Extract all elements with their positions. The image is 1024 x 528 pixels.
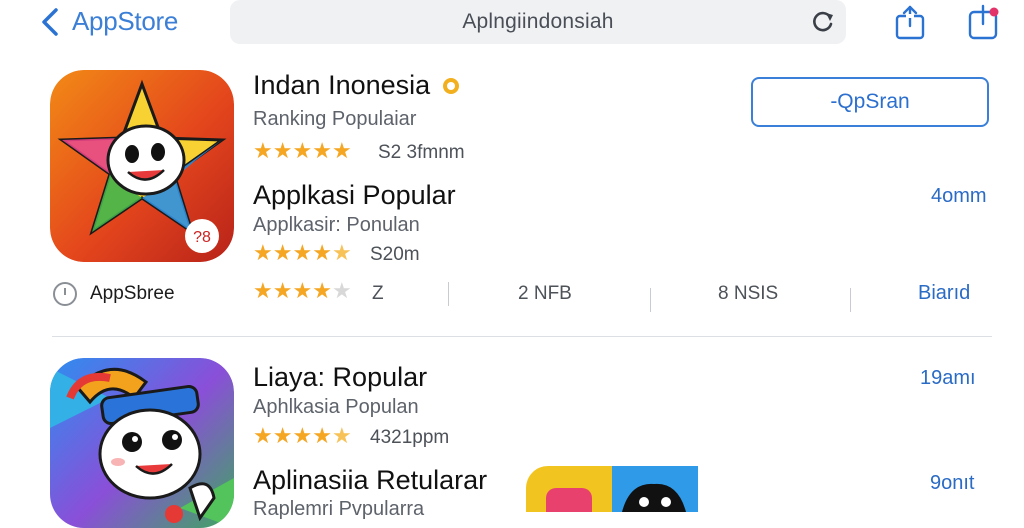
- stat-count: 8 NSIS: [718, 283, 779, 304]
- star-rating: ★ ★ ★ ★ ★: [253, 425, 352, 447]
- star-icon: ★: [253, 278, 273, 303]
- star-rating: ★ ★ ★ ★ ★: [253, 242, 352, 264]
- back-button[interactable]: AppStore: [36, 6, 178, 37]
- side-link[interactable]: 4omm: [931, 185, 987, 208]
- app-icon-star[interactable]: ?8: [50, 70, 234, 262]
- section-divider: [52, 336, 992, 337]
- rating-count: 4321ppm: [370, 427, 450, 448]
- back-label: AppStore: [72, 6, 179, 36]
- side-link[interactable]: 9onıt: [930, 472, 974, 495]
- star-icon: ★: [331, 240, 352, 265]
- app-title[interactable]: Applkasi Popular: [253, 180, 456, 211]
- divider: [850, 288, 851, 312]
- share-badge-icon[interactable]: [966, 4, 1002, 40]
- star-icon: ★: [272, 423, 293, 448]
- star-icon: ★: [292, 240, 313, 265]
- star-icon: ★: [253, 423, 273, 448]
- star-icon: ★: [312, 138, 332, 163]
- star-icon: ★: [331, 423, 352, 448]
- rating-count: S2 3fmnm: [378, 142, 465, 163]
- search-query[interactable]: Aplngiindonsiah: [462, 10, 613, 34]
- star-icon: ★: [272, 138, 293, 163]
- star-icon: ★: [312, 278, 332, 303]
- star-icon: ★: [331, 278, 352, 303]
- clock-icon: [53, 282, 77, 306]
- app-subtitle: Aphlkasia Populan: [253, 396, 419, 418]
- star-rating: ★ ★ ★ ★ ★: [253, 280, 352, 302]
- app-subtitle: Raplemri Pvpularra: [253, 498, 425, 520]
- app-badge-text: ?8: [193, 229, 211, 246]
- open-button[interactable]: -QpSran: [751, 77, 989, 127]
- app-subtitle: Applkasir: Ponulan: [253, 214, 420, 236]
- search-bar[interactable]: Aplngiindonsiah: [230, 0, 846, 44]
- star-icon: ★: [253, 240, 273, 265]
- star-icon: ★: [272, 278, 293, 303]
- star-icon: ★: [331, 138, 352, 163]
- app-title[interactable]: Liaya: Ropular: [253, 362, 427, 393]
- divider: [650, 288, 651, 312]
- app-icon-character[interactable]: [50, 358, 234, 528]
- app-title[interactable]: Aplinasiia Retularar: [253, 465, 487, 496]
- star-icon: ★: [292, 278, 313, 303]
- share-icon[interactable]: [894, 4, 926, 40]
- app-icon-partial[interactable]: [526, 466, 698, 512]
- star-icon: ★: [312, 240, 332, 265]
- star-icon: ★: [292, 423, 313, 448]
- star-rating: ★ ★ ★ ★ ★: [253, 140, 352, 162]
- side-link[interactable]: 19amı: [920, 367, 976, 390]
- star-icon: ★: [253, 138, 273, 163]
- rating-count: S20m: [370, 244, 420, 265]
- stat-size: 2 NFB: [518, 283, 572, 304]
- reload-icon[interactable]: [810, 9, 836, 35]
- source-label: AppSbree: [90, 283, 175, 304]
- star-icon: ★: [312, 423, 332, 448]
- back-chevron-icon: [42, 7, 58, 36]
- app-title[interactable]: Indan Inonesia: [253, 70, 430, 101]
- app-subtitle: Ranking Populaiar: [253, 108, 417, 130]
- divider: [448, 282, 449, 306]
- verified-badge-icon: [443, 78, 459, 94]
- star-icon: ★: [292, 138, 313, 163]
- rating-value: Z: [372, 283, 384, 304]
- star-icon: ★: [272, 240, 293, 265]
- stat-link[interactable]: Biarıd: [918, 282, 970, 305]
